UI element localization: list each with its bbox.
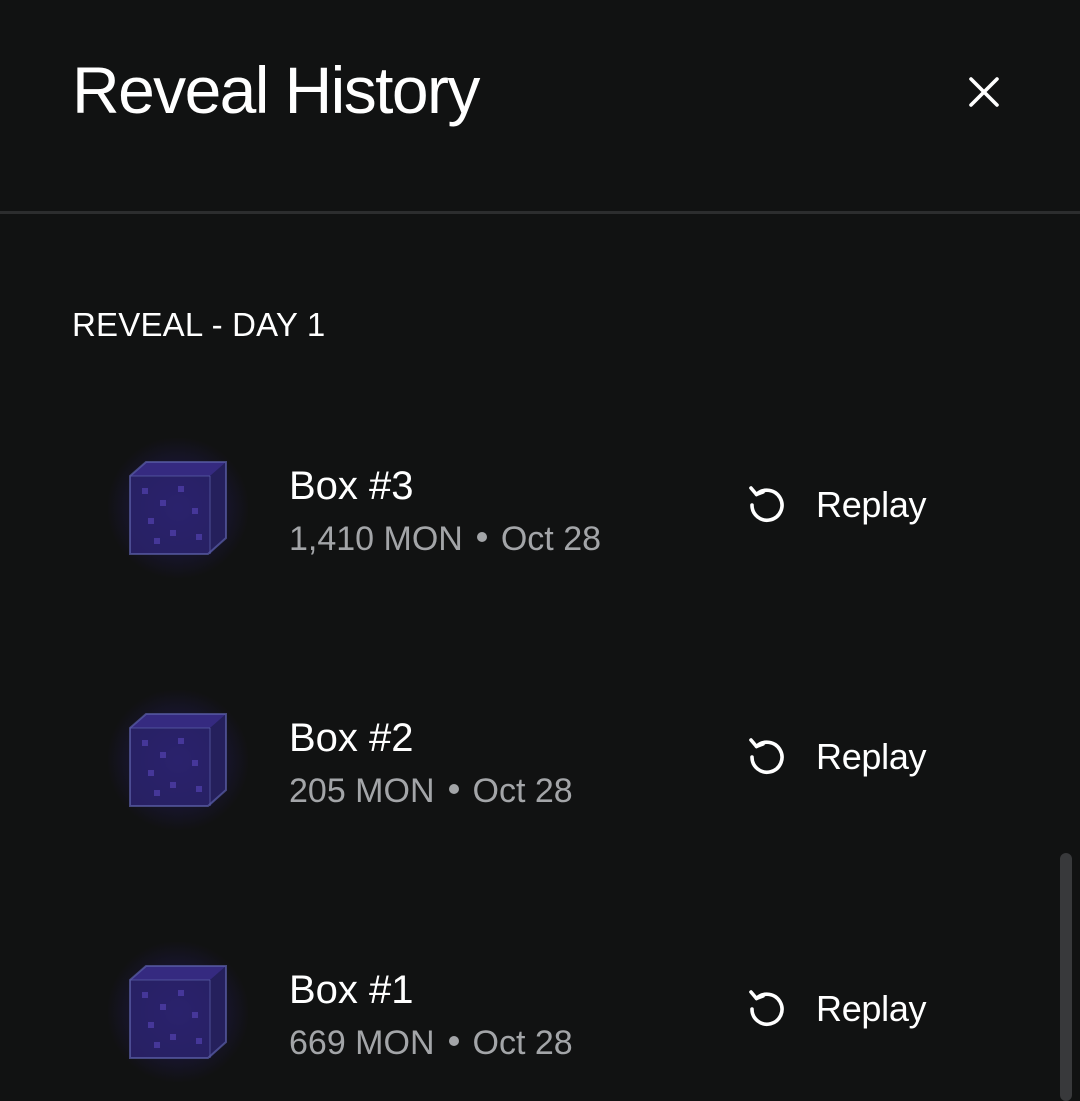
item-name: Box #3 xyxy=(289,464,414,508)
item-date: Oct 28 xyxy=(472,772,573,810)
replay-label: Replay xyxy=(816,484,927,525)
list-item: Box #3 1,410 MON Oct 28 Replay xyxy=(0,438,1060,598)
list-item: Box #2 205 MON Oct 28 Replay xyxy=(0,690,1060,850)
item-name: Box #1 xyxy=(289,968,414,1012)
section-label: REVEAL - DAY 1 xyxy=(72,306,326,343)
header: Reveal History xyxy=(0,0,1080,212)
close-button[interactable] xyxy=(960,68,1008,116)
box-thumbnail xyxy=(108,438,248,578)
close-icon xyxy=(969,77,999,107)
replay-button[interactable]: Replay xyxy=(744,482,927,528)
replay-button[interactable]: Replay xyxy=(744,986,927,1032)
replay-icon xyxy=(749,738,784,774)
page-title: Reveal History xyxy=(72,53,480,127)
replay-button[interactable]: Replay xyxy=(744,734,927,780)
list-item: Box #1 669 MON Oct 28 Replay xyxy=(0,942,1060,1101)
header-divider xyxy=(0,211,1080,214)
item-meta: 1,410 MON Oct 28 xyxy=(289,518,601,560)
item-date: Oct 28 xyxy=(472,1024,573,1062)
box-thumbnail xyxy=(108,942,248,1082)
item-amount: 1,410 MON xyxy=(289,520,463,558)
separator-dot xyxy=(448,1036,459,1047)
item-amount: 669 MON xyxy=(289,1024,435,1062)
replay-icon xyxy=(749,486,784,522)
replay-icon xyxy=(749,990,784,1026)
box-thumbnail xyxy=(108,690,248,830)
separator-dot xyxy=(448,784,459,795)
box-icon xyxy=(129,965,227,1059)
replay-label: Replay xyxy=(816,736,927,777)
item-name: Box #2 xyxy=(289,716,414,760)
scrollbar-thumb[interactable] xyxy=(1060,853,1072,1101)
item-amount: 205 MON xyxy=(289,772,435,810)
item-meta: 669 MON Oct 28 xyxy=(289,1022,573,1064)
replay-label: Replay xyxy=(816,988,927,1029)
item-date: Oct 28 xyxy=(500,520,602,558)
item-meta: 205 MON Oct 28 xyxy=(289,770,573,812)
box-icon xyxy=(129,461,227,555)
separator-dot xyxy=(476,532,487,543)
box-icon xyxy=(129,713,227,807)
